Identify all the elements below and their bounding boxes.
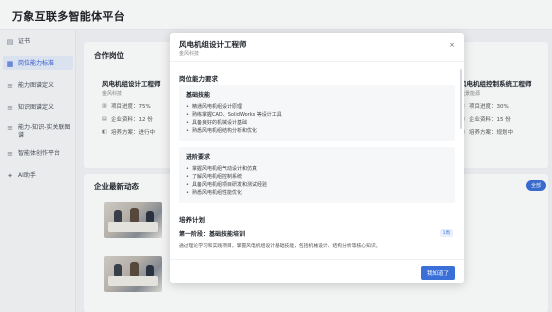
list-item: 熟悉风电机组结构分析和优化 (186, 127, 448, 135)
modal-scrollbar[interactable] (460, 69, 462, 129)
basic-skills-title: 基础技能 (186, 92, 211, 99)
list-item: 掌握风电机组气动设计和仿真 (186, 165, 448, 173)
advanced-skills-title: 进阶要求 (186, 154, 211, 161)
basic-skills-box: 基础技能 精通风电机组设计原理 熟练掌握CAD、SolidWorks 等设计工具… (179, 85, 455, 141)
advanced-skills-box: 进阶要求 掌握风电机组气动设计和仿真 了解风电机组控制系统 具备风电机组项目研发… (179, 147, 455, 203)
list-item: 了解风电机组控制系统 (186, 173, 448, 181)
close-icon[interactable]: × (449, 41, 455, 49)
modal-title: 风电机组设计工程师 (179, 40, 247, 49)
stage-description: 通过理论学习和实践项目，掌握风电机组设计基础技能，包括机械设计、结构分析等核心知… (179, 244, 381, 249)
list-item: 具备良好的机械设计基础 (186, 119, 448, 127)
training-stage: 第一阶段：基础技能培训 1周 通过理论学习和实践项目，掌握风电机组设计基础技能，… (179, 229, 455, 250)
modal-divider (170, 61, 464, 62)
list-item: 熟练掌握CAD、SolidWorks 等设计工具 (186, 111, 448, 119)
list-item: 具备风电机组项目研发和测试经验 (186, 181, 448, 189)
stage-duration-badge: 1周 (439, 229, 453, 237)
list-item: 精通风电机组设计原理 (186, 103, 448, 111)
list-item: 熟悉风电机组性能优化 (186, 189, 448, 197)
modal-company: 金风科技 (179, 51, 200, 57)
acknowledge-button[interactable]: 我知道了 (420, 266, 455, 280)
stage-title: 第一阶段：基础技能培训 (179, 231, 246, 238)
requirements-title: 岗位能力要求 (179, 75, 218, 83)
job-detail-modal: 风电机组设计工程师 金风科技 × 岗位能力要求 基础技能 精通风电机组设计原理 … (170, 33, 464, 283)
training-title: 培养计划 (179, 216, 205, 224)
modal-footer: 我知道了 (170, 259, 464, 283)
